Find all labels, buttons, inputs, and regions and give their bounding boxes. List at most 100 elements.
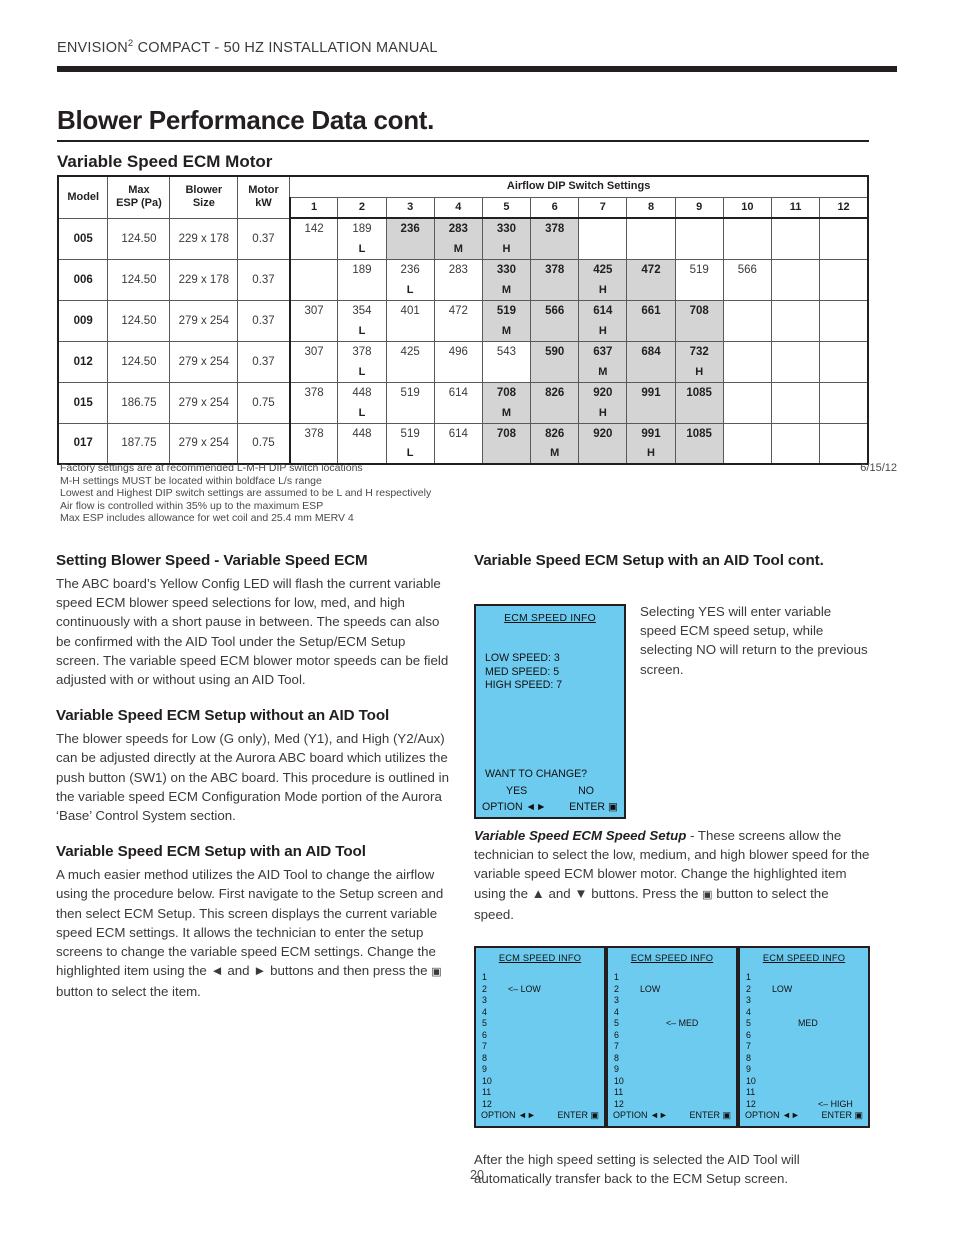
- aid-dip-row[interactable]: 3: [746, 995, 864, 1007]
- aid-dip-row[interactable]: 11: [614, 1087, 732, 1099]
- cell-airflow-value: 354: [352, 304, 372, 317]
- cell-dip-9: [674, 217, 724, 260]
- table-head: Model Max ESP (Pa) Blower Size Motor kW …: [57, 175, 870, 219]
- aid-dip-row[interactable]: 9: [746, 1064, 864, 1076]
- cell-lmh-marker: M: [550, 447, 560, 459]
- aid-dip-row[interactable]: 9: [614, 1064, 732, 1076]
- cell-airflow-value: 920: [593, 427, 613, 440]
- document-header: ENVISION2 COMPACT - 50 HZ INSTALLATION M…: [57, 38, 438, 56]
- aid-dip-row[interactable]: 12: [482, 1099, 600, 1111]
- aid-dip-row[interactable]: 2 <– LOW: [482, 984, 600, 996]
- aid-dip-row[interactable]: 3: [482, 995, 600, 1007]
- cell-dip-7: 920 H: [578, 381, 628, 424]
- cell-lmh-marker: H: [502, 242, 511, 255]
- aid-dip-number: 7: [482, 1041, 487, 1052]
- cell-dip-2: 448 L: [337, 381, 387, 424]
- aid-want-to-change-prompt: WANT TO CHANGE?: [485, 768, 588, 780]
- aid-dip-row[interactable]: 5 <– MED: [614, 1018, 732, 1030]
- aid-dip-row[interactable]: 8: [746, 1053, 864, 1065]
- cell-dip-2: 189 L: [337, 217, 387, 260]
- cell-airflow-value: 708: [689, 304, 709, 317]
- table-row: 005 124.50 229 x 178 0.37 142 189 L 236 283 M 330 H…: [57, 217, 870, 260]
- aid-dip-number: 3: [482, 995, 487, 1006]
- cell-dip-1: [288, 258, 339, 301]
- aid-no-option[interactable]: NO: [578, 785, 594, 797]
- aid-dip-number: 6: [746, 1029, 751, 1040]
- aid-dip-row[interactable]: 11: [746, 1087, 864, 1099]
- cell-dip-3: 401: [385, 299, 435, 342]
- cell-airflow-value: 378: [304, 386, 324, 399]
- col-header-dip-6: 6: [530, 196, 580, 219]
- aid-dip-number: 2: [746, 983, 751, 994]
- cell-lmh-marker: L: [358, 242, 366, 255]
- cell-dip-10: [722, 299, 772, 342]
- aid-dip-row[interactable]: 2 LOW: [746, 984, 864, 996]
- aid-dip-row[interactable]: 5 MED: [746, 1018, 864, 1030]
- aid-dip-row[interactable]: 6: [746, 1030, 864, 1042]
- aid-tool-screen-speed-select-1[interactable]: ECM SPEED INFO 1 2 <– LOW 3 4 5 6 7 8 9 10 11 12 OPTIO…: [474, 946, 606, 1129]
- aid-enter-button-label[interactable]: ENTER ▣: [557, 1110, 599, 1121]
- aid-dip-row[interactable]: 8: [614, 1053, 732, 1065]
- cell-dip-10: [722, 381, 772, 424]
- aid-dip-row[interactable]: 6: [482, 1030, 600, 1042]
- col-header-dip-5: 5: [481, 196, 532, 219]
- cell-dip-6: 590: [530, 340, 580, 383]
- aid-dip-row[interactable]: 7: [482, 1041, 600, 1053]
- aid-speed-marker: <– MED: [666, 1018, 699, 1029]
- left-paragraph-1: The ABC board’s Yellow Config LED will f…: [56, 576, 449, 688]
- cell-dip-2: 378 L: [337, 340, 387, 383]
- aid-dip-row[interactable]: 2 LOW: [614, 984, 732, 996]
- cell-airflow-value: 401: [400, 304, 420, 317]
- aid-dip-row[interactable]: 4: [746, 1007, 864, 1019]
- aid-dip-row[interactable]: 7: [614, 1041, 732, 1053]
- aid-dip-row[interactable]: 3: [614, 995, 732, 1007]
- aid-dip-row[interactable]: 10: [746, 1076, 864, 1088]
- aid-dip-row[interactable]: 1: [482, 972, 600, 984]
- aid-dip-number: 6: [614, 1029, 619, 1040]
- aid-dip-row[interactable]: 10: [482, 1076, 600, 1088]
- aid-dip-number: 8: [614, 1052, 619, 1063]
- aid-tool-screen-speed-select-2[interactable]: ECM SPEED INFO 1 2 LOW 3 4 5 <– MED 6 7 8 9 10 11 12 OP…: [606, 946, 738, 1129]
- aid-dip-number: 4: [614, 1006, 619, 1017]
- aid-dip-row[interactable]: 9: [482, 1064, 600, 1076]
- aid-dip-row[interactable]: 12 <– HIGH: [746, 1099, 864, 1111]
- aid-enter-button-label[interactable]: ENTER ▣: [821, 1110, 863, 1121]
- aid-dip-row[interactable]: 1: [614, 972, 732, 984]
- col-header-blower-size: Blower Size: [169, 175, 239, 219]
- aid-dip-row[interactable]: 10: [614, 1076, 732, 1088]
- col-header-airflow-dip-group: Airflow DIP Switch Settings: [289, 175, 870, 198]
- aid-footer-row: OPTION ◄► ENTER ▣: [608, 1110, 736, 1121]
- cell-dip-4: 614: [433, 422, 483, 465]
- cell-dip-12: [819, 422, 870, 465]
- aid-dip-number: 2: [482, 983, 487, 994]
- header-title-main: ENVISION: [57, 39, 128, 56]
- cell-lmh-marker: H: [598, 406, 607, 419]
- aid-dip-row[interactable]: 12: [614, 1099, 732, 1111]
- aid-dip-number: 12: [482, 1099, 492, 1110]
- aid-dip-number: 6: [482, 1029, 487, 1040]
- aid-dip-row[interactable]: 4: [482, 1007, 600, 1019]
- aid-tool-screen-speed-select-3[interactable]: ECM SPEED INFO 1 2 LOW 3 4 5 MED 6 7 8 9 10 11 12 <– HI…: [738, 946, 870, 1129]
- aid-option-button-label[interactable]: OPTION ◄►: [613, 1110, 668, 1120]
- aid-dip-row[interactable]: 11: [482, 1087, 600, 1099]
- aid-option-button-label[interactable]: OPTION ◄►: [482, 801, 547, 813]
- aid-dip-row[interactable]: 6: [614, 1030, 732, 1042]
- cell-max-esp: 124.50: [107, 258, 171, 301]
- aid-enter-button-label[interactable]: ENTER ▣: [689, 1110, 731, 1121]
- aid-dip-row[interactable]: 4: [614, 1007, 732, 1019]
- aid-speed-marker: LOW: [772, 983, 793, 994]
- cell-airflow-value: 236: [400, 223, 420, 235]
- aid-yes-option[interactable]: YES: [506, 785, 527, 797]
- cell-motor-kw: 0.37: [237, 217, 291, 260]
- aid-dip-number: 12: [614, 1099, 624, 1110]
- aid-dip-row[interactable]: 8: [482, 1053, 600, 1065]
- aid-tool-screen-ecm-speed-info[interactable]: ECM SPEED INFO LOW SPEED: 3 MED SPEED: 5…: [474, 604, 626, 819]
- aid-enter-button-label[interactable]: ENTER ▣: [569, 801, 618, 813]
- aid-option-button-label[interactable]: OPTION ◄►: [481, 1110, 536, 1120]
- cell-blower-size: 279 x 254: [169, 340, 239, 383]
- cell-motor-kw: 0.75: [237, 381, 291, 424]
- aid-dip-row[interactable]: 5: [482, 1018, 600, 1030]
- aid-option-button-label[interactable]: OPTION ◄►: [745, 1110, 800, 1120]
- aid-dip-row[interactable]: 7: [746, 1041, 864, 1053]
- aid-dip-row[interactable]: 1: [746, 972, 864, 984]
